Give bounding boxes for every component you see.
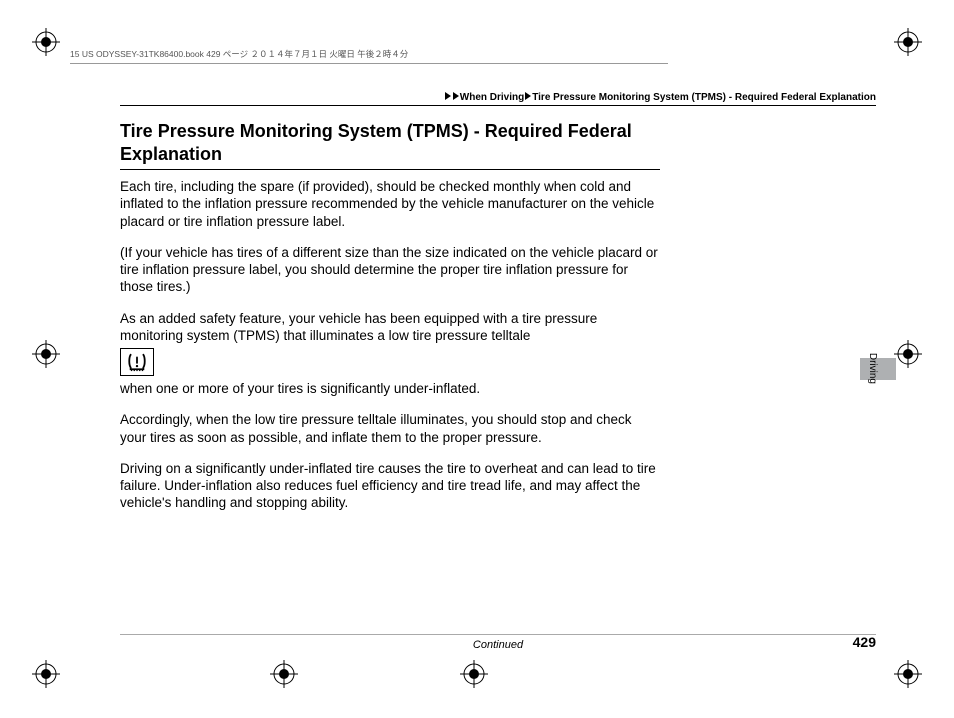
book-source-header: 15 US ODYSSEY-31TK86400.book 429 ページ ２０１… (70, 48, 668, 64)
body-paragraph: Driving on a significantly under-inflate… (120, 460, 660, 512)
triangle-icon (525, 92, 531, 100)
page-title: Tire Pressure Monitoring System (TPMS) -… (120, 120, 660, 170)
registration-mark-icon (894, 660, 922, 688)
body-paragraph: Accordingly, when the low tire pressure … (120, 411, 660, 446)
page-content: Tire Pressure Monitoring System (TPMS) -… (120, 120, 660, 526)
triangle-icon (453, 92, 459, 100)
continued-label: Continued (120, 634, 876, 651)
registration-mark-icon (32, 340, 60, 368)
tpms-warning-icon (120, 348, 154, 376)
registration-mark-icon (32, 28, 60, 56)
body-paragraph: As an added safety feature, your vehicle… (120, 310, 660, 345)
body-paragraph: (If your vehicle has tires of a differen… (120, 244, 660, 296)
registration-mark-icon (894, 28, 922, 56)
page-number: 429 (853, 634, 876, 650)
breadcrumb-subsection: Tire Pressure Monitoring System (TPMS) -… (532, 92, 876, 103)
body-paragraph: Each tire, including the spare (if provi… (120, 178, 660, 230)
body-paragraph: when one or more of your tires is signif… (120, 380, 660, 397)
triangle-icon (445, 92, 451, 100)
registration-mark-icon (894, 340, 922, 368)
registration-mark-icon (270, 660, 298, 688)
registration-mark-icon (460, 660, 488, 688)
breadcrumb: When Driving Tire Pressure Monitoring Sys… (120, 92, 876, 106)
section-tab-label: Driving (867, 353, 878, 384)
breadcrumb-section: When Driving (460, 92, 524, 103)
registration-mark-icon (32, 660, 60, 688)
